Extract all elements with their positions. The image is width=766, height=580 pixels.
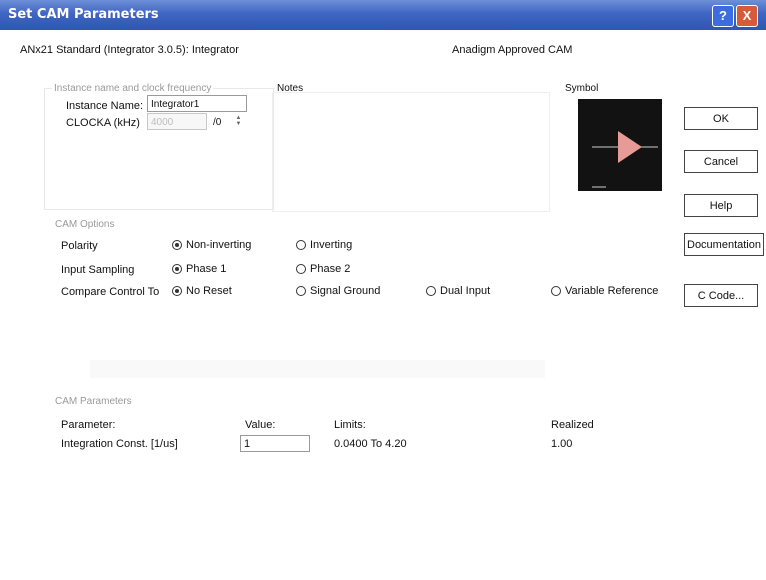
- instance-name-input[interactable]: Integrator1: [147, 95, 247, 112]
- approved-label: Anadigm Approved CAM: [452, 44, 573, 56]
- radio-unselected-icon: [296, 264, 306, 274]
- radio-selected-icon: [172, 286, 182, 296]
- clock-spinner[interactable]: ▲ ▼: [234, 115, 243, 129]
- symbol-label: Symbol: [565, 83, 599, 94]
- radio-no-reset[interactable]: No Reset: [172, 285, 232, 297]
- instance-name-label: Instance Name:: [66, 100, 144, 112]
- radio-label: Signal Ground: [310, 285, 381, 297]
- parameter-header: Parameter:: [61, 419, 116, 431]
- polarity-label: Polarity: [61, 240, 98, 252]
- notes-area[interactable]: [272, 92, 550, 212]
- input-sampling-label: Input Sampling: [61, 264, 135, 276]
- radio-non-inverting[interactable]: Non-inverting: [172, 239, 251, 251]
- radio-inverting[interactable]: Inverting: [296, 239, 352, 251]
- radio-signal-ground[interactable]: Signal Ground: [296, 285, 380, 297]
- radio-unselected-icon: [296, 240, 306, 250]
- radio-unselected-icon: [296, 286, 306, 296]
- cancel-button[interactable]: Cancel: [684, 150, 758, 173]
- parameter-value-input[interactable]: 1: [240, 435, 310, 452]
- radio-label: Phase 2: [310, 263, 351, 275]
- symbol-preview: [578, 99, 662, 191]
- realized-header: Realized: [551, 419, 594, 431]
- radio-label: Inverting: [310, 239, 353, 251]
- documentation-button[interactable]: Documentation: [684, 233, 764, 256]
- limits-header: Limits:: [334, 419, 366, 431]
- parameter-name: Integration Const. [1/us]: [61, 438, 178, 450]
- radio-phase-2[interactable]: Phase 2: [296, 263, 350, 275]
- radio-selected-icon: [172, 264, 182, 274]
- value-header: Value:: [245, 419, 276, 431]
- radio-unselected-icon: [426, 286, 436, 296]
- radio-phase-1[interactable]: Phase 1: [172, 263, 226, 275]
- window-title: Set CAM Parameters: [8, 7, 159, 22]
- compare-control-label: Compare Control To: [61, 286, 160, 298]
- cam-parameters-label: CAM Parameters: [55, 396, 132, 407]
- cam-name: ANx21 Standard (Integrator 3.0.5): Integ…: [20, 44, 239, 56]
- clock-input[interactable]: 4000: [147, 113, 207, 130]
- instance-group-label: Instance name and clock frequency: [52, 83, 214, 94]
- title-close-button[interactable]: X: [736, 5, 758, 27]
- amplifier-triangle-icon: [592, 131, 658, 188]
- radio-label: Dual Input: [440, 285, 491, 297]
- c-code-button[interactable]: C Code...: [684, 284, 758, 307]
- radio-label: No Reset: [186, 285, 232, 297]
- radio-dual-input[interactable]: Dual Input: [426, 285, 490, 297]
- radio-label: Variable Reference: [565, 285, 659, 297]
- title-bar: Set CAM Parameters ? X: [0, 0, 766, 30]
- radio-label: Phase 1: [186, 263, 227, 275]
- spinner-down-icon[interactable]: ▼: [234, 121, 243, 127]
- parameter-limits: 0.0400 To 4.20: [334, 438, 407, 450]
- radio-selected-icon: [172, 240, 182, 250]
- parameter-realized: 1.00: [551, 438, 573, 450]
- radio-label: Non-inverting: [186, 239, 252, 251]
- title-help-button[interactable]: ?: [712, 5, 734, 27]
- clock-label: CLOCKA (kHz): [66, 117, 140, 129]
- radio-unselected-icon: [551, 286, 561, 296]
- separator-band: [90, 360, 545, 378]
- clock-divisor: /0: [213, 117, 222, 128]
- cam-options-label: CAM Options: [55, 219, 115, 230]
- ok-button[interactable]: OK: [684, 107, 758, 130]
- help-button[interactable]: Help: [684, 194, 758, 217]
- radio-variable-reference[interactable]: Variable Reference: [551, 285, 658, 297]
